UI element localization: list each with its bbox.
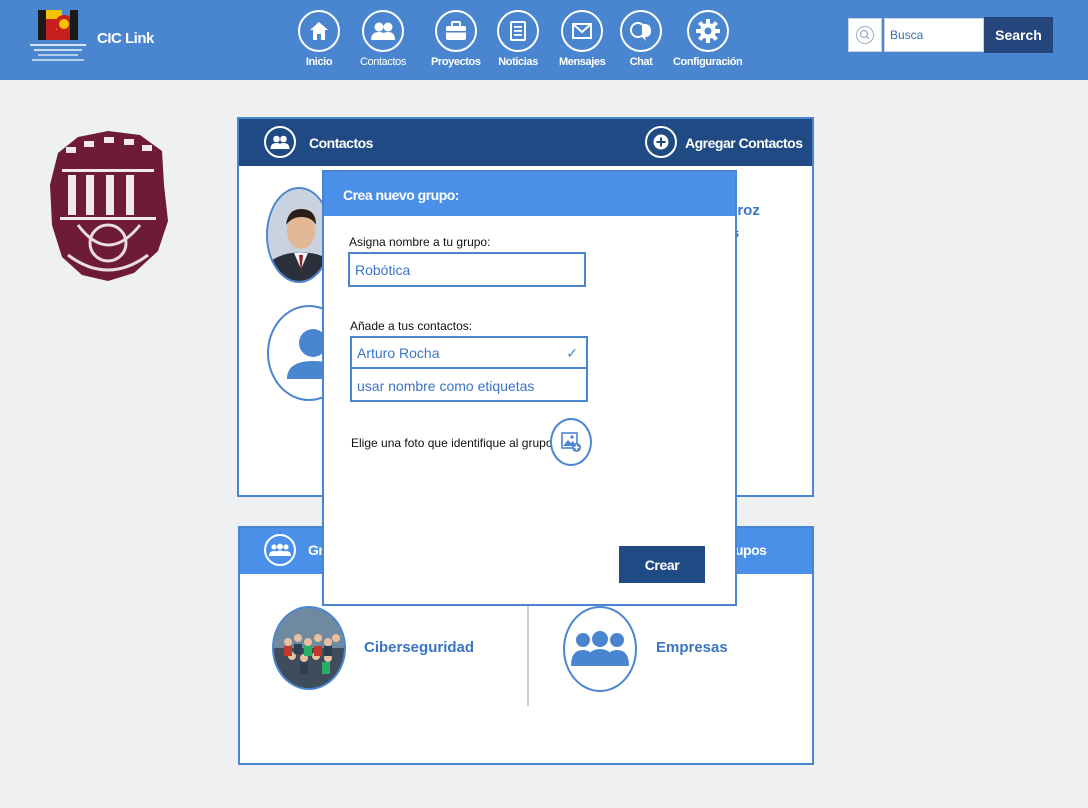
- group-name-label: Asigna nombre a tu grupo:: [349, 235, 491, 249]
- nav-label-proyectos: Proyectos: [431, 56, 481, 68]
- chat-icon: [620, 10, 662, 52]
- modal-title: Crea nuevo grupo:: [343, 187, 459, 203]
- group-name-empresas[interactable]: Empresas: [656, 639, 728, 656]
- group-name-input[interactable]: [348, 252, 586, 287]
- contacts-icon: [361, 10, 404, 52]
- nav-label-contactos: Contactos: [360, 56, 406, 68]
- nav-label-configuracion: Configuración: [673, 56, 743, 68]
- nav-proyectos[interactable]: Proyectos: [431, 10, 481, 68]
- nav-label-inicio: Inicio: [305, 56, 333, 68]
- add-photo-icon[interactable]: [550, 418, 592, 466]
- gear-icon: [686, 10, 729, 52]
- search-button[interactable]: Search: [984, 17, 1053, 53]
- group-name-ciberseguridad[interactable]: Ciberseguridad: [364, 639, 474, 656]
- nav-chat[interactable]: Chat: [620, 10, 662, 68]
- cic-logo[interactable]: [30, 10, 86, 68]
- nav-label-mensajes: Mensajes: [559, 56, 606, 68]
- groups-title-right: upos: [735, 542, 767, 558]
- checkmark-icon: ✓: [566, 345, 578, 361]
- add-contacts-button[interactable]: Agregar Contactos: [685, 135, 803, 151]
- groups-divider: [527, 606, 529, 706]
- nav-configuracion[interactable]: Configuración: [673, 10, 743, 68]
- modal-header: Crea nuevo grupo:: [324, 172, 735, 216]
- nav-label-noticias: Noticias: [498, 56, 538, 68]
- group-photo[interactable]: [272, 606, 346, 690]
- contact-option-tags[interactable]: usar nombre como etiquetas: [352, 371, 586, 402]
- contact-option-selected[interactable]: Arturo Rocha ✓: [352, 338, 586, 369]
- contacts-header: Contactos Agregar Contactos: [239, 119, 812, 166]
- create-group-button[interactable]: Crear: [619, 546, 705, 583]
- nav-label-chat: Chat: [629, 56, 653, 68]
- nav-noticias[interactable]: Noticias: [497, 10, 539, 68]
- nav-mensajes[interactable]: Mensajes: [559, 10, 606, 68]
- photo-label: Elige una foto que identifique al grupo:: [351, 436, 556, 450]
- nav-inicio[interactable]: Inicio: [298, 10, 340, 68]
- news-icon: [497, 10, 539, 52]
- ipn-logo: [48, 125, 170, 285]
- search-input[interactable]: [884, 18, 984, 52]
- add-contact-icon[interactable]: [645, 126, 677, 158]
- contacts-header-icon: [264, 126, 296, 158]
- envelope-icon: [561, 10, 604, 52]
- briefcase-icon: [434, 10, 477, 52]
- group-people-icon[interactable]: [563, 606, 637, 692]
- app-title: CIC Link: [97, 30, 154, 47]
- groups-header-icon: [264, 534, 296, 566]
- contact-option-label: Arturo Rocha: [357, 345, 440, 361]
- search-icon[interactable]: [848, 18, 882, 52]
- contacts-title: Contactos: [309, 135, 373, 151]
- create-group-modal: Crea nuevo grupo: Asigna nombre a tu gru…: [322, 170, 737, 606]
- top-navigation-bar: CIC Link Inicio Contactos Proyectos Noti…: [0, 0, 1088, 80]
- contacts-selector[interactable]: Arturo Rocha ✓ usar nombre como etiqueta…: [350, 336, 588, 402]
- home-icon: [298, 10, 340, 52]
- contacts-label: Añade a tus contactos:: [350, 319, 473, 333]
- nav-contactos[interactable]: Contactos: [360, 10, 406, 68]
